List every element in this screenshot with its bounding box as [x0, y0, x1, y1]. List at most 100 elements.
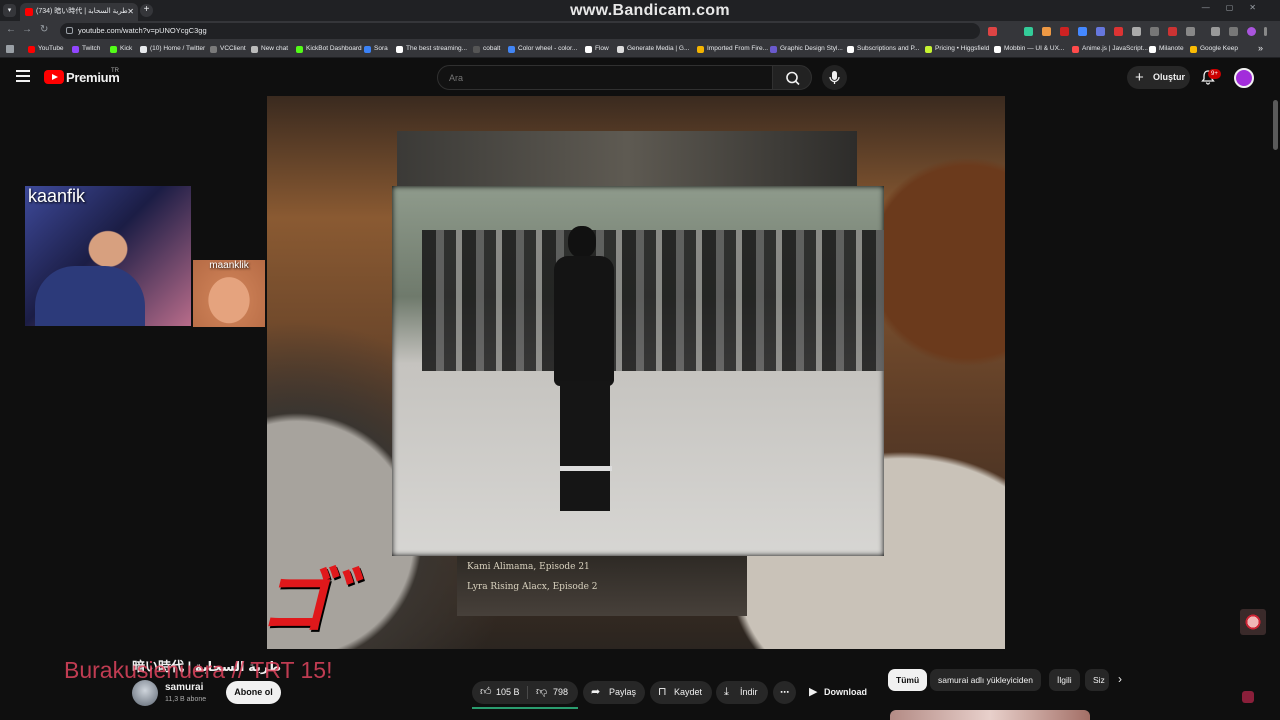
extension-icon[interactable]: [1096, 27, 1105, 36]
miniplayer-icon[interactable]: [1242, 691, 1254, 703]
bookmark[interactable]: VCClient: [210, 45, 246, 53]
webcam-label: kaanfik: [28, 186, 86, 206]
webcam-label: maanklik: [209, 260, 249, 271]
subscribe-button[interactable]: Abone ol: [226, 681, 281, 704]
bookmark[interactable]: YouTube: [28, 45, 64, 53]
extension-icon[interactable]: [1060, 27, 1069, 36]
back-arrow-icon[interactable]: ←: [6, 24, 16, 35]
chip-from-uploader[interactable]: samurai adlı yükleyiciden: [930, 669, 1041, 691]
bookmark[interactable]: Google Keep: [1190, 45, 1238, 53]
hamburger-menu-icon[interactable]: [16, 70, 30, 82]
menu-kebab-icon[interactable]: [1264, 27, 1267, 36]
stream-caption-overlay: Burakusienuera // TRT 15!: [64, 657, 333, 683]
thumbs-up-icon: 👍︎: [480, 686, 492, 698]
extension-icon[interactable]: [1114, 27, 1123, 36]
bookmark[interactable]: (10) Home / Twitter: [140, 45, 205, 53]
more-horizontal-icon: ⋯: [780, 687, 789, 697]
channel-avatar[interactable]: [132, 680, 158, 706]
share-icon: ➦: [591, 686, 601, 698]
extension-icon[interactable]: [1132, 27, 1141, 36]
download-extension-button[interactable]: ▶ Download: [801, 681, 871, 704]
plus-icon: +: [1135, 69, 1144, 86]
apps-grid-icon[interactable]: [6, 45, 14, 53]
chip-related[interactable]: İlgili: [1049, 669, 1080, 691]
bookmark[interactable]: KickBot Dashboard: [296, 45, 362, 53]
extensions-puzzle-icon[interactable]: [1186, 27, 1195, 36]
extension-icon[interactable]: [1078, 27, 1087, 36]
microphone-icon: [829, 71, 840, 84]
address-bar[interactable]: youtube.com/watch?v=pUNOYcgC3gg: [60, 23, 980, 39]
bookmark[interactable]: Flow: [585, 45, 609, 53]
bookmark[interactable]: Kick: [110, 45, 132, 53]
video-overlay-text: Kami Alimama, Episode 21 Lyra Rising Ala…: [457, 556, 747, 616]
download-extension-icon: ▶: [809, 686, 818, 698]
share-button[interactable]: ➦ Paylaş: [583, 681, 645, 704]
extension-icon[interactable]: [1150, 27, 1159, 36]
download-arrow-icon: ⤓: [724, 686, 729, 698]
url-text: youtube.com/watch?v=pUNOYcgC3gg: [78, 26, 207, 35]
youtube-masthead: Premium TR +Oluştur: [0, 58, 1280, 98]
floating-sticker[interactable]: [1240, 609, 1266, 635]
bookmark[interactable]: Color wheel - color...: [508, 45, 577, 53]
bookmark[interactable]: The best streaming...: [396, 45, 467, 53]
bookmark[interactable]: Mobbin — UI & UX...: [994, 45, 1064, 53]
dislike-button[interactable]: 👎︎ 798: [528, 681, 578, 704]
subscriber-count: 11,3 B abone: [165, 696, 207, 703]
bookmark[interactable]: Imported From Fire...: [697, 45, 768, 53]
chip-all[interactable]: Tümü: [888, 669, 928, 691]
bookmark[interactable]: Subscriptions and P...: [847, 45, 919, 53]
chevron-right-icon[interactable]: ›: [1118, 672, 1122, 686]
save-button[interactable]: ⊓ Kaydet: [650, 681, 712, 704]
like-button[interactable]: 👍︎ 105 B: [472, 681, 527, 704]
country-code: TR: [111, 68, 119, 74]
bookmark[interactable]: cobalt: [473, 45, 500, 53]
bookmark[interactable]: Sora: [364, 45, 388, 53]
notification-count-badge: 9+: [1208, 69, 1221, 79]
video-crowd: [421, 230, 884, 371]
extension-icon[interactable]: [1168, 27, 1177, 36]
voice-search-button[interactable]: [822, 65, 847, 90]
recommended-video-thumbnail[interactable]: [890, 710, 1090, 720]
search-button[interactable]: [772, 65, 812, 90]
tab-groups-icon[interactable]: [1229, 27, 1238, 36]
chip-for-you[interactable]: Siz: [1085, 669, 1109, 691]
more-bookmarks-icon[interactable]: »: [1258, 43, 1263, 53]
bookmarks-bar: YouTube Twitch Kick (10) Home / Twitter …: [0, 41, 1280, 58]
page-scrollbar[interactable]: [1273, 100, 1278, 150]
youtube-logo-icon[interactable]: [44, 70, 64, 84]
search-input[interactable]: [437, 65, 773, 90]
more-actions-button[interactable]: ⋯: [773, 681, 796, 704]
search-icon: [786, 71, 800, 86]
bookmark[interactable]: Graphic Design Styl...: [770, 45, 843, 53]
extension-icon[interactable]: [988, 27, 997, 36]
extension-icon[interactable]: [1024, 27, 1033, 36]
video-player[interactable]: Kami Alimama, Episode 21 Lyra Rising Ala…: [267, 96, 1005, 649]
account-avatar[interactable]: [1234, 68, 1254, 88]
bookmark[interactable]: Anime.js | JavaScript...: [1072, 45, 1148, 53]
bookmark[interactable]: Milanote: [1149, 45, 1184, 53]
video-dancer: [542, 226, 622, 516]
bookmark-icon: ⊓: [658, 686, 667, 698]
create-button[interactable]: + Oluştur: [1127, 66, 1190, 89]
bookmark[interactable]: Generate Media | G...: [617, 45, 689, 53]
video-sfx-mark: ゴ゛: [267, 561, 416, 643]
profile-avatar[interactable]: [1247, 27, 1256, 36]
video-frame-border: [397, 131, 857, 191]
forward-arrow-icon[interactable]: →: [22, 24, 32, 35]
browser-toolbar: ← → ↻ youtube.com/watch?v=pUNOYcgC3gg: [0, 21, 1280, 41]
window-controls[interactable]: —▢✕: [1202, 3, 1272, 12]
bookmark[interactable]: Twitch: [72, 45, 100, 53]
extension-icon[interactable]: [1042, 27, 1051, 36]
reload-icon[interactable]: ↻: [40, 24, 48, 35]
thumbs-down-icon: 👎︎: [536, 686, 548, 698]
guest-webcam: maanklik: [193, 260, 265, 327]
bookmark[interactable]: Pricing • Higgsfield: [925, 45, 989, 53]
channel-name[interactable]: samurai: [165, 682, 203, 693]
like-progress-underline: [472, 707, 578, 709]
site-info-icon[interactable]: [66, 27, 73, 34]
streamer-webcam: kaanfik: [25, 186, 191, 326]
download-icon[interactable]: [1211, 27, 1220, 36]
download-button[interactable]: ⤓ İndir: [716, 681, 768, 704]
recorder-watermark: www.Bandicam.com: [570, 2, 730, 19]
bookmark[interactable]: New chat: [251, 45, 288, 53]
